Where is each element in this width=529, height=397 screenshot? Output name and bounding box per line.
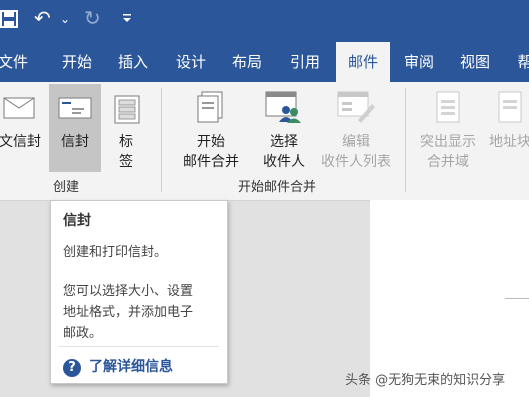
tooltip-description: 您可以选择大小、设置 地址格式，并添加电子 邮政。 [63,281,223,344]
ribbon-tabs: 文件 开始 插入 设计 布局 引用 邮件 审阅 视图 帮 [0,42,529,82]
start-mail-merge-button[interactable]: 开始 邮件合并 [172,90,250,174]
highlight-merge-fields-label-1: 突出显示 [420,134,476,150]
tab-references[interactable]: 引用 [280,42,330,82]
undo-icon[interactable]: ↶ [34,6,51,30]
learn-more-link[interactable]: ? 了解详细信息 [63,356,173,377]
tab-help[interactable]: 帮 [510,42,529,82]
start-mail-merge-icon [172,90,250,126]
select-recipients-button[interactable]: 选择 收件人 [246,90,322,174]
group-label-create: 创建 [53,180,80,195]
edit-recipient-list-label-1: 编辑 [342,134,370,150]
group-label-start-mail-merge: 开始邮件合并 [238,180,317,195]
edit-recipient-list-button[interactable]: 编辑 收件人列表 [318,90,394,174]
tab-design[interactable]: 设计 [166,42,216,82]
chinese-envelopes-label: 文信封 [0,134,41,150]
highlight-merge-fields-button[interactable]: 突出显示 合并域 [414,90,482,174]
select-recipients-label-1: 选择 [270,134,298,150]
edit-list-icon [318,90,394,126]
group-divider [161,88,162,192]
help-icon: ? [63,359,81,377]
recipients-icon [246,90,322,126]
envelopes-icon [0,94,44,128]
labels-label-2: 签 [119,154,133,170]
start-mail-merge-label-1: 开始 [197,134,225,150]
select-recipients-label-2: 收件人 [263,154,305,170]
quick-access-toolbar: ↶ ⌄ ↻ [0,0,529,42]
redo-icon[interactable]: ↻ [84,6,101,30]
tooltip-summary: 创建和打印信封。 [63,245,168,260]
envelope-icon [49,94,101,128]
edit-recipient-list-label-2: 收件人列表 [321,154,391,170]
tooltip-description-line-3: 邮政。 [63,326,103,341]
tab-home[interactable]: 开始 [52,42,102,82]
watermark: 头条 @无狗无束的知识分享 [345,373,506,388]
labels-label-1: 标 [119,134,133,150]
highlight-fields-icon [414,90,482,126]
start-mail-merge-label-2: 邮件合并 [183,154,239,170]
labels-button[interactable]: 标 签 [104,90,148,178]
tab-insert[interactable]: 插入 [108,42,158,82]
tooltip-title: 信封 [63,213,91,229]
document-page[interactable] [370,200,529,397]
envelopes-button[interactable]: 信封 [49,84,101,172]
address-block-label: 地址块 [489,134,529,150]
tooltip-description-line-2: 地址格式，并添加电子 [63,305,194,320]
envelope-tooltip: 信封 创建和打印信封。 您可以选择大小、设置 地址格式，并添加电子 邮政。 ? 了… [50,200,228,384]
tooltip-description-line-1: 您可以选择大小、设置 [63,284,194,299]
save-icon[interactable] [0,10,18,33]
tab-mailings[interactable]: 邮件 [336,42,390,82]
tab-view[interactable]: 视图 [450,42,500,82]
address-block-button[interactable]: 地址块 [482,90,529,174]
learn-more-label: 了解详细信息 [89,359,173,375]
undo-dropdown-icon[interactable]: ⌄ [60,12,70,26]
tab-review[interactable]: 审阅 [394,42,444,82]
customize-qat-icon[interactable] [122,12,132,26]
ribbon: 文信封 信封 标 签 创建 开始 邮件合并 选择 收件人 编辑 收件人列表 开始… [0,82,529,201]
envelopes-label: 信封 [61,134,89,150]
margin-guide [505,298,529,299]
labels-icon [104,94,148,128]
group-divider [405,88,406,192]
tooltip-divider [59,346,219,347]
tab-layout[interactable]: 布局 [222,42,272,82]
chinese-envelopes-button[interactable]: 文信封 [0,90,44,168]
address-block-icon [482,90,529,126]
tab-file[interactable]: 文件 [0,42,30,82]
highlight-merge-fields-label-2: 合并域 [427,154,469,170]
